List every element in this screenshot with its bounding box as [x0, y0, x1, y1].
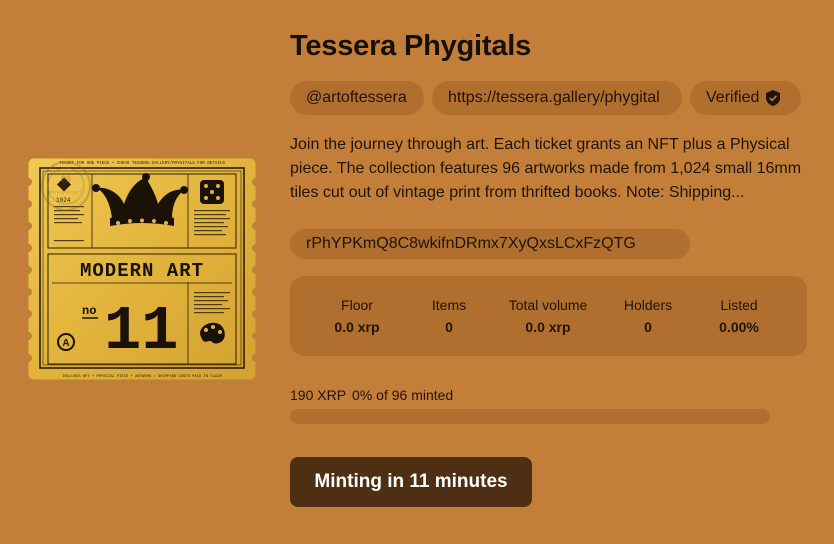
- stat-label: Total volume: [508, 297, 588, 313]
- ticket-number-prefix: no: [82, 304, 96, 318]
- ticket-artwork: TICKET FOR ONE PIECE • CHECK TESSERA.GAL…: [24, 152, 260, 386]
- mint-price: 190 XRP: [290, 387, 347, 403]
- verified-label: Verified: [706, 89, 760, 106]
- stat-total-volume: Total volume 0.0 xrp: [493, 297, 603, 335]
- ticket-bottom-strip: INCLUDES NFT + PHYSICAL PIECE + ARTWORK …: [62, 375, 222, 379]
- mint-progress-text: 0% of 96 minted: [352, 387, 454, 403]
- ticket-count: 1024: [56, 197, 71, 204]
- verified-badge[interactable]: Verified: [690, 81, 801, 115]
- svg-text:96: 96: [61, 174, 71, 184]
- ticket-top-strip: TICKET FOR ONE PIECE • CHECK TESSERA.GAL…: [59, 161, 225, 166]
- collection-description: Join the journey through art. Each ticke…: [290, 133, 810, 205]
- stat-value: 0.0 xrp: [525, 319, 571, 335]
- stat-items: Items 0: [394, 297, 504, 335]
- stat-label: Items: [431, 297, 467, 313]
- stat-listed: Listed 0.00%: [684, 297, 794, 335]
- svg-text:PHYGITAL NFT: PHYGITAL NFT: [50, 190, 82, 195]
- stat-label: Listed: [720, 297, 758, 313]
- stats-panel: Floor 0.0 xrp Items 0 Total volume 0.0 x…: [290, 276, 807, 356]
- ticket-heading: MODERN ART: [80, 260, 204, 282]
- minting-countdown-button[interactable]: Minting in 11 minutes: [290, 457, 532, 507]
- description-text: Join the journey through art. Each ticke…: [290, 136, 802, 201]
- website-link[interactable]: https://tessera.gallery/phygital: [432, 81, 682, 115]
- stat-value: 0.00%: [719, 319, 759, 335]
- creator-handle-link[interactable]: @artoftessera: [290, 81, 424, 115]
- contract-address[interactable]: rPhYPKmQ8C8wkifnDRmx7XyQxsLCxFzQTG: [290, 229, 690, 259]
- dice-icon: [200, 180, 224, 204]
- verified-shield-icon: [766, 90, 780, 106]
- mint-info: 190 XRP 0% of 96 minted: [290, 387, 453, 403]
- ticket-number: 11: [104, 296, 178, 367]
- mint-progress-bar: [290, 409, 770, 424]
- stat-value: 0: [445, 319, 453, 335]
- collection-title: Tessera Phygitals: [290, 30, 532, 62]
- svg-text:A: A: [62, 338, 69, 349]
